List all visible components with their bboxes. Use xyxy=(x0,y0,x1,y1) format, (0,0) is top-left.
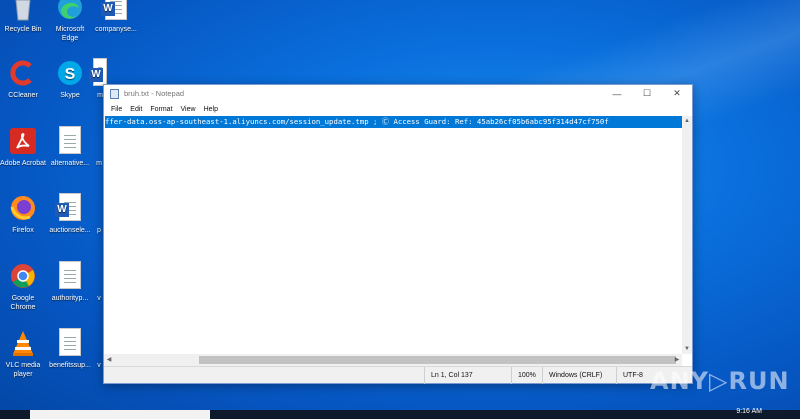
scroll-left-icon[interactable]: ◀ xyxy=(104,354,114,366)
scroll-up-icon[interactable]: ▲ xyxy=(682,116,692,126)
icon-label: Adobe Acrobat xyxy=(0,160,46,167)
text-doc-icon xyxy=(55,126,85,156)
desktop-icon-edge[interactable]: Microsoft Edge xyxy=(47,0,93,43)
icon-label: Skype xyxy=(60,92,80,99)
icon-label: Recycle Bin xyxy=(4,26,42,33)
ccleaner-icon xyxy=(8,58,38,88)
status-bar: Ln 1, Col 137 100% Windows (CRLF) UTF-8 xyxy=(104,366,692,384)
text-editor[interactable]: ffer-data.oss-ap-southeast-1.aliyuncs.co… xyxy=(104,116,683,354)
notepad-window[interactable]: bruh.txt - Notepad — ☐ ✕ File Edit Forma… xyxy=(103,84,693,384)
icon-label: VLC media player xyxy=(5,362,41,378)
word-doc-icon: W xyxy=(101,0,131,22)
horizontal-scroll-thumb[interactable] xyxy=(199,356,676,364)
text-doc-icon xyxy=(55,261,85,291)
edge-icon xyxy=(55,0,85,22)
acrobat-icon xyxy=(8,126,38,156)
scroll-right-icon[interactable]: ▶ xyxy=(672,354,682,366)
line-endings: Windows (CRLF) xyxy=(542,367,616,384)
horizontal-scrollbar[interactable]: ◀ ▶ xyxy=(104,354,682,366)
icon-label: Google Chrome xyxy=(10,295,36,311)
cursor-position: Ln 1, Col 137 xyxy=(424,367,504,384)
close-button[interactable]: ✕ xyxy=(662,85,692,102)
desktop-icon-companyse[interactable]: W companyse... xyxy=(93,0,139,34)
maximize-button[interactable]: ☐ xyxy=(632,85,662,102)
desktop-icon-auctionsele[interactable]: W auctionsele... xyxy=(47,193,93,235)
icon-label: authorityp... xyxy=(51,295,89,302)
desktop-icon-firefox[interactable]: Firefox xyxy=(0,193,46,235)
menu-format[interactable]: Format xyxy=(146,106,176,113)
icon-label: CCleaner xyxy=(8,92,38,99)
desktop-icon-recycle-bin[interactable]: Recycle Bin xyxy=(0,0,46,34)
chrome-icon xyxy=(8,261,38,291)
taskbar-clock[interactable]: 9:16 AM xyxy=(736,408,762,415)
taskbar-search-box[interactable] xyxy=(30,410,210,419)
icon-label: Microsoft Edge xyxy=(55,26,85,42)
svg-text:S: S xyxy=(65,66,76,83)
menu-view[interactable]: View xyxy=(177,106,200,113)
window-title: bruh.txt - Notepad xyxy=(124,89,185,98)
menu-file[interactable]: File xyxy=(107,106,126,113)
menu-edit[interactable]: Edit xyxy=(126,106,146,113)
selected-text-line[interactable]: ffer-data.oss-ap-southeast-1.aliyuncs.co… xyxy=(105,116,683,128)
icon-label: benefitssup... xyxy=(49,362,91,369)
text-doc-icon xyxy=(55,328,85,358)
skype-icon: S xyxy=(55,58,85,88)
title-bar[interactable]: bruh.txt - Notepad — ☐ ✕ xyxy=(104,85,692,102)
anyrun-watermark: ANY▷RUN xyxy=(650,367,790,395)
desktop-icon-acrobat[interactable]: Adobe Acrobat xyxy=(0,126,46,168)
desktop-icon-authorityp[interactable]: authorityp... xyxy=(47,261,93,303)
desktop-icon-benefitssup[interactable]: benefitssup... xyxy=(47,328,93,370)
menu-bar: File Edit Format View Help xyxy=(104,102,692,116)
taskbar: 9:16 AM xyxy=(0,408,800,419)
zoom-level: 100% xyxy=(511,367,545,384)
icon-label: alternative... xyxy=(50,160,90,167)
desktop-icon-alternative[interactable]: alternative... xyxy=(47,126,93,168)
desktop-icon-chrome[interactable]: Google Chrome xyxy=(0,261,46,312)
scroll-down-icon[interactable]: ▼ xyxy=(682,344,692,354)
firefox-icon xyxy=(8,193,38,223)
icon-label: auctionsele... xyxy=(49,227,91,234)
recycle-bin-icon xyxy=(8,0,38,22)
word-doc-icon: W xyxy=(55,193,85,223)
minimize-button[interactable]: — xyxy=(602,85,632,102)
notepad-icon xyxy=(110,88,119,99)
menu-help[interactable]: Help xyxy=(200,106,222,113)
vertical-scrollbar[interactable]: ▲ ▼ xyxy=(682,116,692,354)
desktop-icon-vlc[interactable]: VLC media player xyxy=(0,328,46,379)
desktop-icon-skype[interactable]: S Skype xyxy=(47,58,93,100)
desktop-icon-ccleaner[interactable]: CCleaner xyxy=(0,58,46,100)
vlc-icon xyxy=(8,328,38,358)
icon-label: companyse... xyxy=(95,26,137,33)
icon-label: Firefox xyxy=(12,227,34,234)
